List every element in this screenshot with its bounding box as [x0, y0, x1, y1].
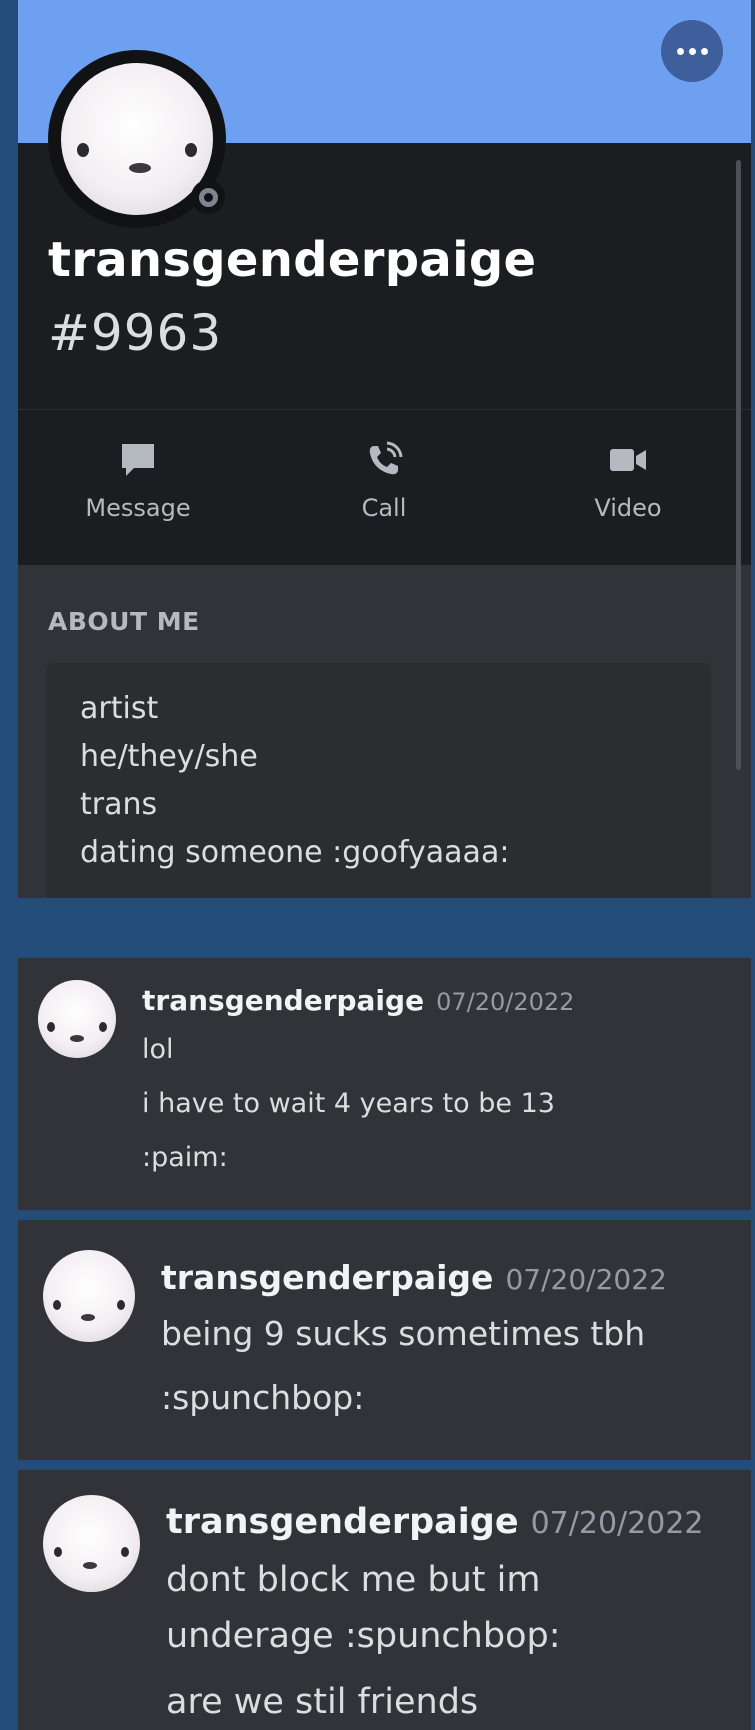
- message-header: transgenderpaige 07/20/2022: [166, 1502, 704, 1542]
- profile-username: transgenderpaige: [48, 232, 537, 288]
- message-avatar[interactable]: [38, 980, 116, 1058]
- more-options-button[interactable]: [661, 20, 723, 82]
- about-me-heading: ABOUT ME: [48, 607, 200, 636]
- message-text: :paim:: [142, 1142, 228, 1173]
- message-header: transgenderpaige 07/20/2022: [142, 984, 574, 1017]
- profile-actions: Message Call Video: [18, 425, 751, 555]
- scrollbar[interactable]: [736, 160, 741, 770]
- message-text: are we stil friends: [166, 1682, 479, 1722]
- avatar-image: [61, 63, 213, 215]
- message-text: i have to wait 4 years to be 13: [142, 1088, 555, 1119]
- about-line: trans: [80, 787, 158, 822]
- chat-message: transgenderpaige 07/20/2022 being 9 sucks…: [18, 1220, 751, 1460]
- message-text: :spunchbop:: [161, 1378, 365, 1417]
- profile-discriminator: #9963: [48, 304, 223, 362]
- offline-status-icon: [191, 180, 225, 214]
- about-me-section: ABOUT ME artist he/they/she trans dating…: [18, 565, 751, 898]
- message-button[interactable]: Message: [58, 440, 218, 522]
- message-text: underage :spunchbop:: [166, 1616, 561, 1656]
- more-dots-icon: [676, 47, 708, 55]
- message-timestamp: 07/20/2022: [436, 988, 575, 1016]
- chat-message: transgenderpaige 07/20/2022 lol i have to…: [18, 958, 751, 1210]
- message-author[interactable]: transgenderpaige: [166, 1502, 519, 1542]
- message-text: lol: [142, 1034, 174, 1065]
- message-header: transgenderpaige 07/20/2022: [161, 1258, 667, 1297]
- about-line: artist: [80, 691, 159, 726]
- message-author[interactable]: transgenderpaige: [161, 1258, 493, 1297]
- video-icon: [610, 449, 646, 471]
- message-avatar[interactable]: [43, 1495, 140, 1592]
- video-button[interactable]: Video: [548, 440, 708, 522]
- message-timestamp: 07/20/2022: [530, 1506, 704, 1541]
- call-icon: [369, 441, 403, 475]
- call-label: Call: [361, 494, 407, 522]
- about-line: dating someone :goofyaaaa:: [80, 835, 510, 870]
- message-text: being 9 sucks sometimes tbh: [161, 1314, 646, 1353]
- message-label: Message: [85, 494, 191, 522]
- profile-card: transgenderpaige #9963 Message Call Vide…: [18, 0, 751, 898]
- call-button[interactable]: Call: [304, 440, 464, 522]
- about-line: he/they/she: [80, 739, 258, 774]
- message-icon: [122, 444, 154, 476]
- message-text: dont block me but im: [166, 1560, 541, 1600]
- video-label: Video: [594, 494, 662, 522]
- message-author[interactable]: transgenderpaige: [142, 984, 424, 1017]
- divider: [18, 409, 751, 410]
- message-timestamp: 07/20/2022: [505, 1263, 667, 1296]
- about-me-box: artist he/they/she trans dating someone …: [46, 663, 711, 898]
- chat-message: transgenderpaige 07/20/2022 dont block me…: [18, 1470, 751, 1730]
- message-avatar[interactable]: [43, 1250, 135, 1342]
